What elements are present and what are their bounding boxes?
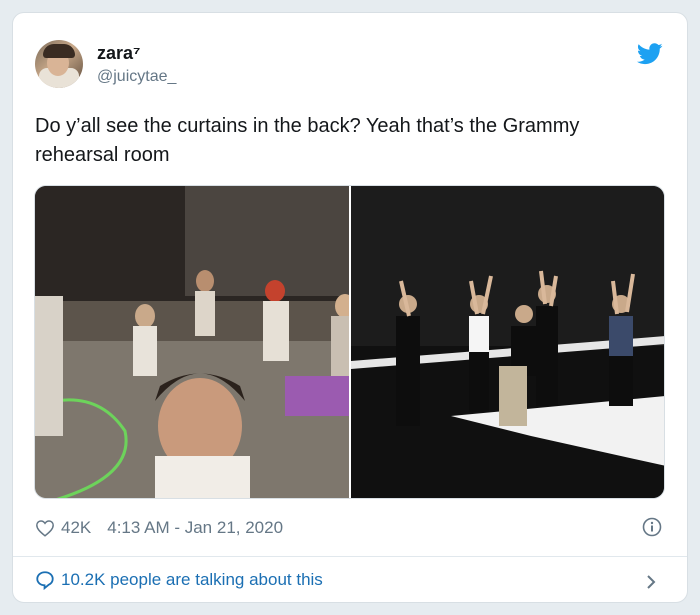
footer-divider (13, 556, 687, 557)
tweet-meta: 42K 4:13 AM - Jan 21, 2020 (35, 516, 283, 540)
rehearsal-photo-right[interactable] (351, 186, 664, 498)
rehearsal-scene-right (351, 186, 664, 498)
rehearsal-photo-left[interactable] (35, 186, 349, 498)
user-handle[interactable]: @juicytae_ (97, 68, 176, 86)
user-name[interactable]: zara⁷ (97, 43, 140, 64)
like-count[interactable]: 42K (61, 518, 91, 538)
avatar[interactable] (35, 40, 83, 88)
talking-count-label: 10.2K people are talking about this (61, 570, 323, 589)
tweet-text: Do y’all see the curtains in the back? Y… (35, 115, 580, 166)
speech-bubble-icon (36, 571, 54, 590)
tweet-card: zara⁷ @juicytae_ Do y’all see the curtai… (12, 12, 688, 603)
rehearsal-scene-left (35, 186, 349, 498)
conversation-link[interactable]: 10.2K people are talking about this (35, 570, 323, 590)
heart-icon[interactable] (35, 519, 55, 537)
tweet-media[interactable] (34, 185, 665, 499)
tweet-timestamp[interactable]: 4:13 AM - Jan 21, 2020 (107, 518, 283, 538)
chevron-right-icon[interactable] (645, 574, 657, 590)
info-icon[interactable] (642, 517, 662, 537)
twitter-bird-icon[interactable] (637, 43, 663, 65)
